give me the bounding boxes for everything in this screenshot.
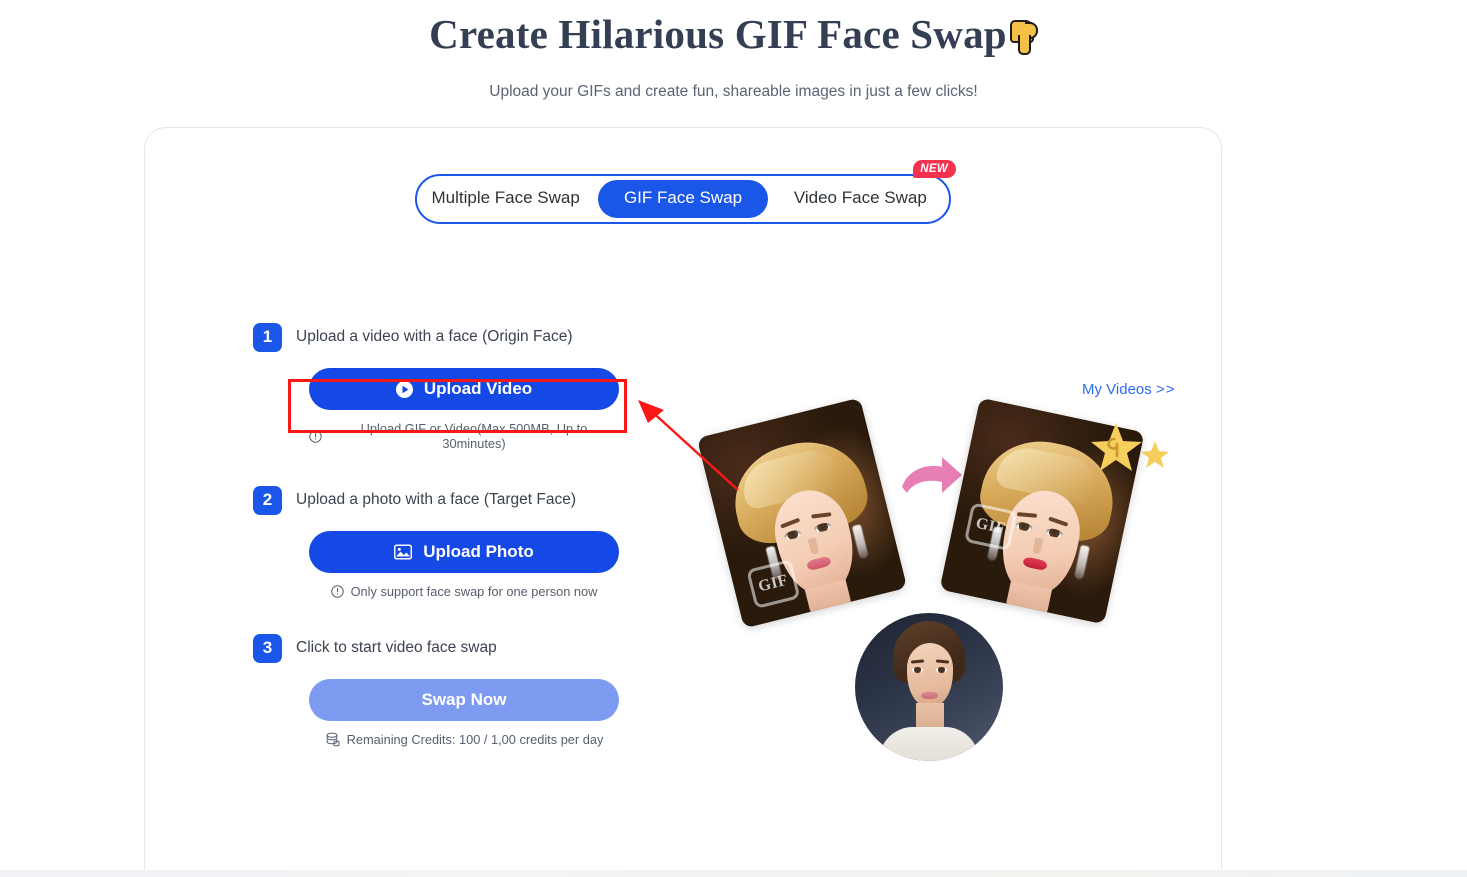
step-1-number: 1 [253,322,282,352]
step-3-hint-text: Remaining Credits: 100 / 1,00 credits pe… [346,732,604,747]
step-3-header: 3 Click to start video face swap [253,631,733,665]
image-icon [394,544,413,560]
step-2-label-text: Upload a photo with a face [296,491,480,508]
swap-now-button-label: Swap Now [421,690,507,709]
pink-curved-arrow-icon [898,453,964,503]
play-circle-icon [395,380,413,398]
tab-multiple-face-swap[interactable]: Multiple Face Swap [421,180,590,218]
page-subtitle: Upload your GIFs and create fun, shareab… [489,83,978,100]
info-icon [330,585,344,598]
step-2-label-note: (Target Face) [483,491,577,508]
point-down-hand-icon [1008,18,1038,56]
upload-video-button[interactable]: Upload Video [309,368,619,410]
star-sparkle-icon [1090,421,1170,481]
step-1-label-text: Upload a video with a face [296,328,478,345]
annotation-arrow [620,390,810,510]
swap-now-button[interactable]: Swap Now [309,679,619,721]
info-icon [309,429,322,443]
step-2-label: Upload a photo with a face (Target Face) [296,491,576,509]
step-1-hint-text: Upload GIF or Video(Max 500MB, Up to 30m… [360,421,588,451]
step-1-label-note: (Origin Face) [482,328,573,345]
face-swap-mode-tabs: Multiple Face Swap GIF Face Swap Video F… [415,160,956,224]
step-3-label: Click to start video face swap [296,639,497,656]
steps-list: 1 Upload a video with a face (Origin Fac… [253,320,733,747]
step-2-hint-text: Only support face swap for one person no… [350,584,598,599]
step-2-number: 2 [253,485,282,515]
step-2-hint: Only support face swap for one person no… [309,584,619,599]
tab-video-face-swap[interactable]: Video Face Swap [776,180,945,218]
step-1-header: 1 Upload a video with a face (Origin Fac… [253,320,733,354]
page-title-text: Create Hilarious GIF Face Swap [429,11,1007,57]
step-3-hint: Remaining Credits: 100 / 1,00 credits pe… [309,732,619,747]
upload-photo-button[interactable]: Upload Photo [309,531,619,573]
tab-gif-face-swap[interactable]: GIF Face Swap [598,180,768,218]
page-title: Create Hilarious GIF Face Swap [0,10,1467,58]
step-swap-now: 3 Click to start video face swap Swap No… [253,631,733,747]
upload-video-button-label: Upload Video [423,379,533,398]
bottom-strip [0,870,1467,877]
new-badge: NEW [913,160,956,178]
upload-photo-button-label: Upload Photo [423,542,534,561]
step-1-label: Upload a video with a face (Origin Face) [296,328,573,346]
step-1-hint: Upload GIF or Video(Max 500MB, Up to 30m… [309,421,619,451]
target-face-portrait [855,613,1003,761]
step-3-number: 3 [253,633,282,663]
credits-icon [325,732,340,747]
